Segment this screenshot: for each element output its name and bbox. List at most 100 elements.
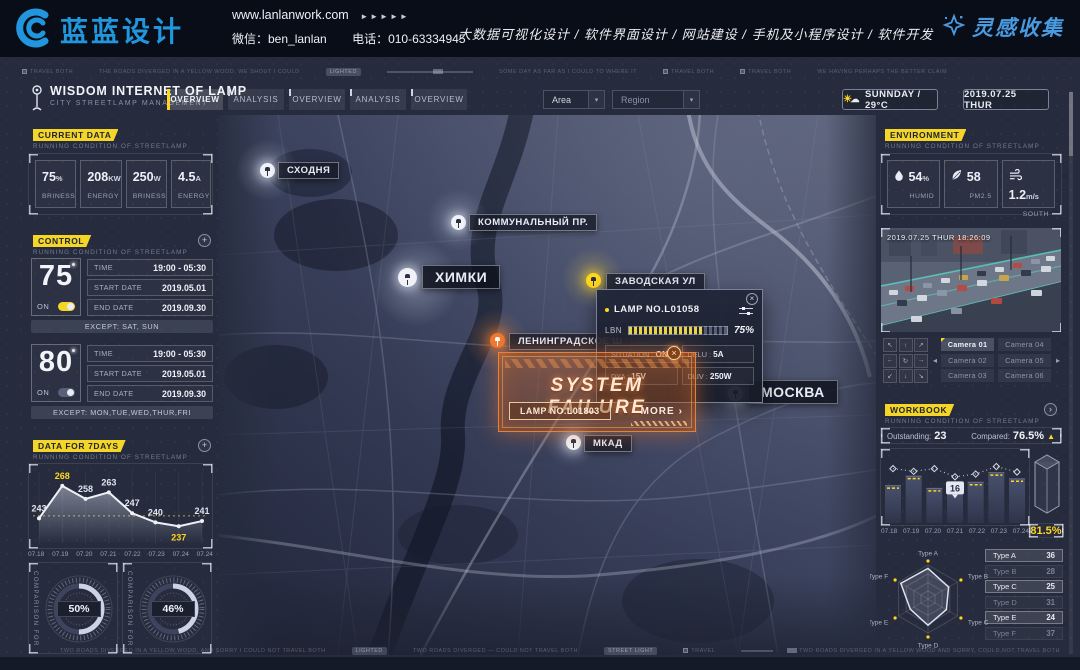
workbook-summary: Outstanding:23 Compared:76.5%▲: [880, 427, 1062, 444]
panel-subtitle: RUNNING CONDITION OF STREETLAMP: [33, 143, 188, 150]
scrollbar-handle[interactable]: [1069, 92, 1073, 156]
tab-overview-1[interactable]: OVERVIEW: [167, 89, 223, 110]
camera-02-button[interactable]: Camera 02: [941, 354, 994, 367]
inspiration-collect[interactable]: 灵感收集: [942, 12, 1064, 42]
map-label-mkad: МКАД: [584, 435, 632, 452]
map-pin-mkad[interactable]: [566, 435, 581, 450]
sparkle-icon: [942, 13, 966, 42]
region-select[interactable]: Region ▾: [612, 90, 700, 109]
camera-list: Camera 01 Camera 02 Camera 03 Camera 04 …: [941, 338, 1051, 382]
current-data-cards: 75%BRINESS 208KWENERGY 250WBRINESS 4.5AE…: [28, 153, 213, 215]
seven-day-x-labels: 07.1807.1907.2007.2107.2207.2307.2407.24: [28, 551, 213, 558]
website-line[interactable]: www.lanlanwork.com ►►►►►: [232, 8, 410, 22]
type-radar-chart: Type AType BType CType DType EType F: [870, 547, 992, 651]
panel-label-environment: ENVIRONMENT: [885, 129, 966, 141]
arrows-icon: ►►►►►: [360, 12, 410, 21]
map-pin-khimki[interactable]: [398, 268, 417, 287]
panel-label-workbook: WORKBOOK: [885, 404, 954, 416]
area-select[interactable]: Area ▾: [543, 90, 605, 109]
camera-list-next-icon[interactable]: ▸: [1056, 356, 1060, 365]
type-c-button[interactable]: Type C25: [985, 580, 1063, 593]
pan-right-button[interactable]: →: [914, 354, 928, 368]
pan-left-button[interactable]: ←: [883, 354, 897, 368]
plus-icon[interactable]: +: [198, 439, 211, 452]
outstanding-value: 23: [934, 430, 946, 442]
lanlan-logo-icon: [14, 8, 54, 48]
tab-analysis-1[interactable]: ANALYSIS: [228, 89, 284, 110]
alert-lamp-id: LAMP NO.L01803: [509, 402, 611, 420]
type-d-button[interactable]: Type D31: [985, 596, 1063, 609]
power-toggle-2[interactable]: [58, 388, 75, 397]
sliders-icon[interactable]: [739, 306, 753, 315]
time-row[interactable]: TIME19:00 - 05:30: [87, 259, 213, 276]
tab-overview-2[interactable]: OVERVIEW: [289, 89, 345, 110]
brightness-bar[interactable]: [628, 326, 728, 335]
panel-subtitle: RUNNING CONDITION OF STREETLAMP: [33, 454, 188, 461]
phone-label: 电话：010-63334945: [352, 32, 465, 46]
stat-briness-pct: 75%BRINESS: [35, 160, 76, 208]
svg-text:Type F: Type F: [870, 574, 888, 581]
camera-03-button[interactable]: Camera 03: [941, 369, 994, 382]
pan-up-right-button[interactable]: ↗: [914, 338, 928, 352]
camera-05-button[interactable]: Camera 05: [998, 354, 1051, 367]
camera-frame-corners: [881, 228, 1061, 332]
refresh-button[interactable]: ↻: [899, 354, 913, 368]
svg-text:243: 243: [31, 503, 46, 513]
camera-06-button[interactable]: Camera 06: [998, 369, 1051, 382]
map-pin-shodnya[interactable]: [260, 163, 275, 178]
bulb-icon: [72, 263, 75, 266]
camera-timestamp: 2019.07.25 THUR 18:26:09: [887, 233, 991, 242]
pan-up-button[interactable]: ↑: [899, 338, 913, 352]
caret-down-icon[interactable]: ▾: [683, 91, 699, 108]
close-icon[interactable]: ×: [667, 346, 681, 360]
time-row[interactable]: TIME19:00 - 05:30: [87, 345, 213, 362]
except-days-2: EXCEPT: MON,TUE,WED,THUR,FRI: [31, 406, 213, 419]
panel-label-current-data: CURRENT DATA: [33, 129, 118, 141]
brightness-row: LBN 75%: [605, 325, 754, 336]
start-date-row[interactable]: START DATE2019.05.01: [87, 279, 213, 296]
weather-text: SUNNDAY / 29°C: [865, 89, 937, 111]
type-a-button[interactable]: Type A36: [985, 549, 1063, 562]
dashboard: TRAVEL BOTH THE ROADS DIVERGED IN A YELL…: [0, 57, 1080, 670]
pan-up-left-button[interactable]: ↖: [883, 338, 897, 352]
type-b-button[interactable]: Type B28: [985, 565, 1063, 578]
camera-04-button[interactable]: Camera 04: [998, 338, 1051, 351]
map-pin-kommunalny[interactable]: [451, 215, 466, 230]
end-date-row[interactable]: END DATE2019.09.30: [87, 299, 213, 316]
brightness-setpoint-2: 80 ON: [31, 344, 81, 402]
env-pm25: 58 PM2.5: [944, 160, 997, 208]
camera-list-prev-icon[interactable]: ◂: [933, 356, 937, 365]
map-pin-zavodskaya[interactable]: [586, 273, 601, 288]
caret-down-icon[interactable]: ▾: [588, 91, 604, 108]
tab-analysis-2[interactable]: ANALYSIS: [350, 89, 406, 110]
plus-icon[interactable]: +: [198, 234, 211, 247]
more-button[interactable]: MORE›: [641, 406, 683, 417]
camera-01-button[interactable]: Camera 01: [941, 338, 994, 351]
tab-overview-3[interactable]: OVERVIEW: [411, 89, 467, 110]
map-label-kommunalny: КОММУНАЛЬНЫЙ ПР.: [469, 214, 597, 231]
pan-down-button[interactable]: ↓: [899, 369, 913, 383]
decor-slider: [387, 71, 473, 73]
start-date-row[interactable]: START DATE2019.05.01: [87, 365, 213, 382]
date-text: 2019.07.25 THUR: [964, 89, 1048, 111]
tab-bar: OVERVIEW ANALYSIS OVERVIEW ANALYSIS OVER…: [167, 89, 467, 110]
type-f-button[interactable]: Type F37: [985, 627, 1063, 640]
gauge-value: 46%: [151, 601, 195, 617]
vertical-scrollbar[interactable]: [1069, 92, 1073, 654]
svg-text:241: 241: [194, 506, 209, 516]
comparison-gauge-1: COMPARISON FOR 50%: [28, 562, 118, 654]
close-icon[interactable]: ×: [746, 293, 758, 305]
type-e-button[interactable]: Type E24: [985, 611, 1063, 624]
panel-subtitle: RUNNING CONDITION OF STREETLAMP: [33, 249, 188, 256]
city-map[interactable]: СХОДНЯ КОММУНАЛЬНЫЙ ПР. ХИМКИ ЗАВОДСКАЯ …: [218, 115, 876, 655]
map-pin-leningradskoe[interactable]: [490, 333, 505, 348]
end-date-row[interactable]: END DATE2019.09.30: [87, 385, 213, 402]
pan-down-right-button[interactable]: ↘: [914, 369, 928, 383]
cube-graphic: [1033, 450, 1061, 518]
stat-briness-w: 250WBRINESS: [126, 160, 167, 208]
chevron-right-icon[interactable]: ›: [1044, 403, 1057, 416]
website-url[interactable]: www.lanlanwork.com: [232, 8, 349, 22]
panel-label-7days: DATA FOR 7DAYS: [33, 440, 126, 452]
power-toggle-1[interactable]: [58, 302, 75, 311]
pan-down-left-button[interactable]: ↙: [883, 369, 897, 383]
